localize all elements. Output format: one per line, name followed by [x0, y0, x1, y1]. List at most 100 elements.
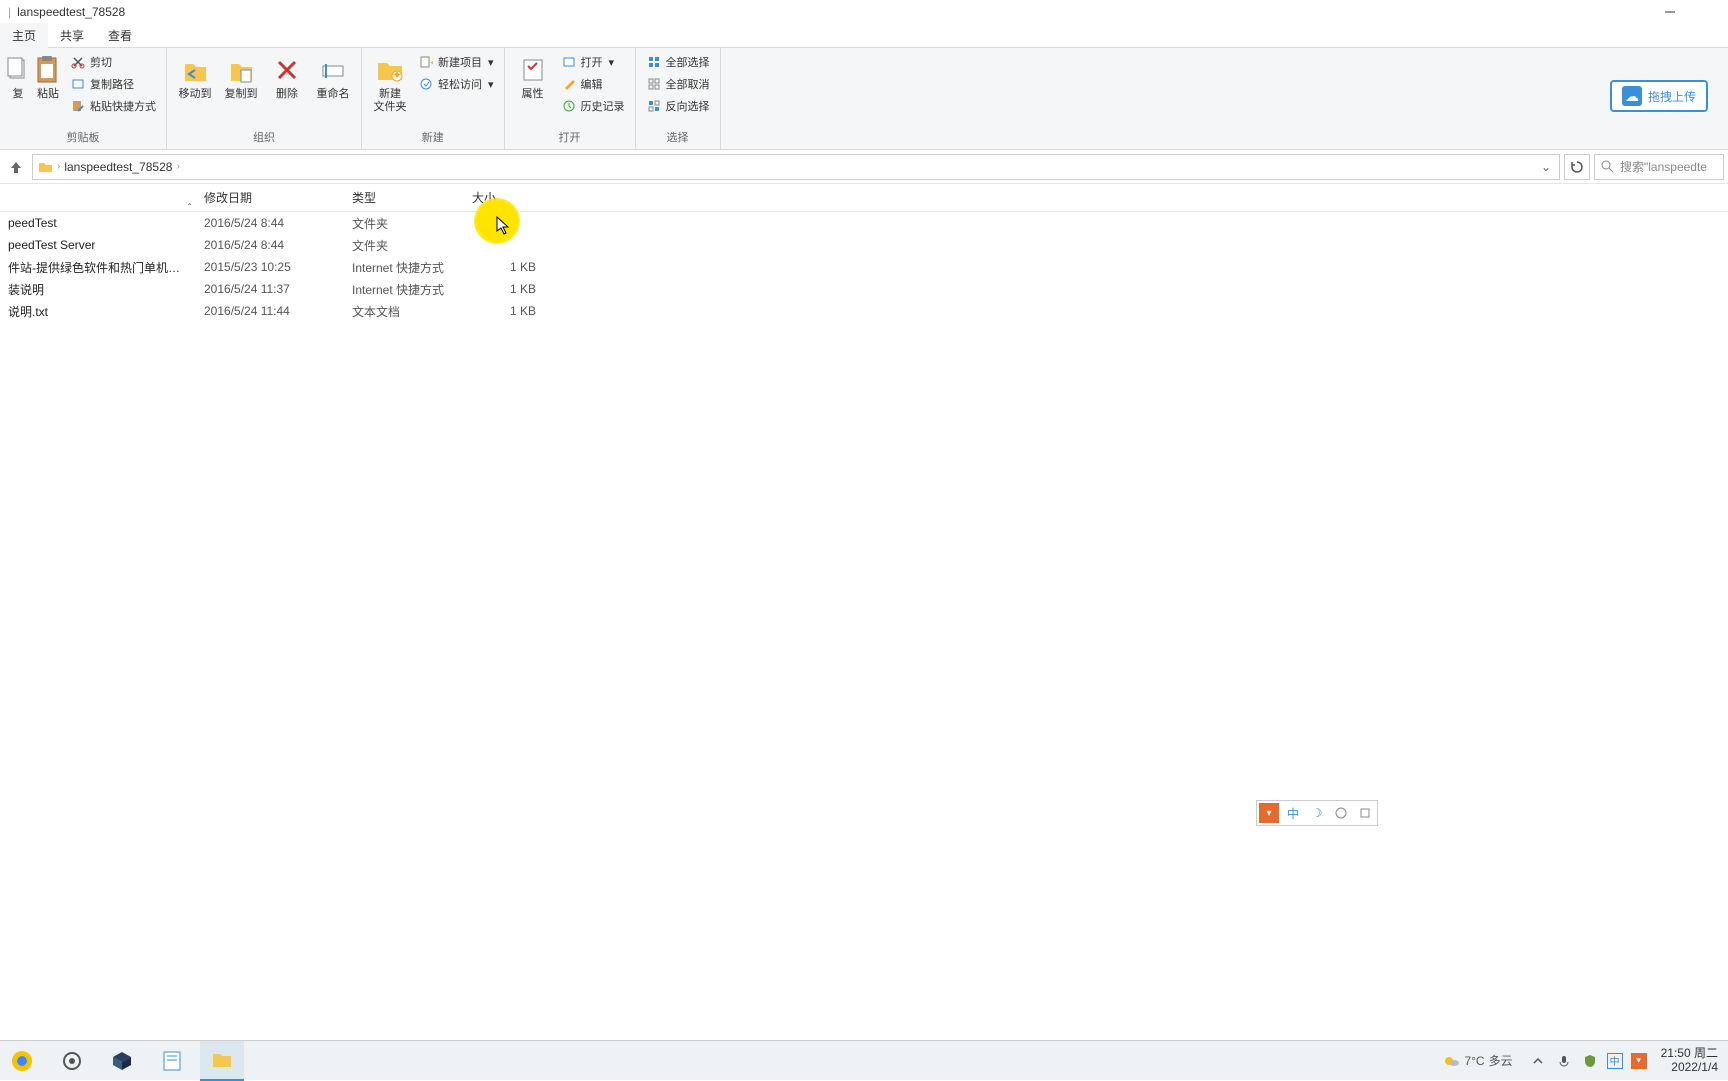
group-select: 全部选择 全部取消 反向选择 选择 — [636, 48, 721, 149]
title-bar: | lanspeedtest_78528 — [0, 0, 1728, 24]
tab-view[interactable]: 查看 — [96, 23, 144, 48]
file-row[interactable]: 件站-提供绿色软件和热门单机游… 2015/5/23 10:25 Interne… — [0, 256, 1728, 278]
newitem-icon: ✦ — [418, 54, 434, 70]
up-arrow-icon — [9, 160, 23, 174]
copyto-icon — [225, 54, 257, 86]
invert-icon — [646, 98, 662, 114]
folder-icon — [37, 159, 53, 175]
microphone-icon — [1557, 1054, 1571, 1068]
weather-icon — [1442, 1052, 1460, 1070]
shield-icon — [1583, 1054, 1597, 1068]
float-tool-4[interactable] — [1331, 803, 1351, 823]
cut-button[interactable]: 剪切 — [66, 52, 160, 72]
taskbar-app-2[interactable] — [150, 1041, 194, 1081]
invertselection-button[interactable]: 反向选择 — [642, 96, 714, 116]
rename-icon — [317, 54, 349, 86]
tray-app-2[interactable]: ▾ — [1631, 1053, 1647, 1069]
pasteshortcut-button[interactable]: 粘贴快捷方式 — [66, 96, 160, 116]
paste-button[interactable]: 粘贴 — [32, 52, 64, 103]
cloud-icon: ☁ — [1622, 86, 1642, 106]
taskbar: 7°C 多云 中 ▾ 21:50 周二 2022/1/4 — [0, 1040, 1728, 1080]
search-icon — [1601, 160, 1614, 173]
paste-icon — [32, 54, 64, 86]
file-area: ⌃ 修改日期 类型 大小 peedTest 2016/5/24 8:44 文件夹… — [0, 184, 1728, 322]
taskbar-app-1[interactable] — [100, 1041, 144, 1081]
taskbar-settings[interactable] — [50, 1041, 94, 1081]
file-rows: peedTest 2016/5/24 8:44 文件夹 peedTest Ser… — [0, 212, 1728, 322]
column-date[interactable]: 修改日期 — [196, 185, 344, 210]
tray-expand[interactable] — [1529, 1052, 1547, 1070]
taskbar-explorer[interactable] — [200, 1041, 244, 1081]
taskbar-clock[interactable]: 21:50 周二 2022/1/4 — [1655, 1047, 1724, 1073]
search-input[interactable]: 搜索"lanspeedte — [1594, 154, 1724, 180]
column-name[interactable]: ⌃ — [0, 194, 196, 202]
easyaccess-button[interactable]: 轻松访问▾ — [414, 74, 498, 94]
delete-button[interactable]: 删除 — [265, 52, 309, 103]
float-tool-5[interactable] — [1355, 803, 1375, 823]
ribbon-tab-row: 主页 共享 查看 — [0, 24, 1728, 48]
cube-icon — [111, 1050, 133, 1072]
properties-button[interactable]: 属性 — [511, 52, 555, 103]
rename-button[interactable]: 重命名 — [311, 52, 355, 103]
minimize-icon — [1664, 6, 1676, 18]
group-organize: 移动到 复制到 删除 重命名 组织 — [167, 48, 362, 149]
nav-up-button[interactable] — [4, 155, 28, 179]
group-label-open: 打开 — [559, 127, 581, 149]
column-type[interactable]: 类型 — [344, 185, 464, 210]
chevron-right-icon: › — [57, 161, 60, 172]
selectall-button[interactable]: 全部选择 — [642, 52, 714, 72]
group-label-new: 新建 — [422, 127, 444, 149]
newfolder-button[interactable]: ✦ 新建 文件夹 — [368, 52, 412, 116]
chevron-down-icon: ▾ — [488, 56, 494, 69]
history-button[interactable]: 历史记录 — [557, 96, 629, 116]
tray-app-1[interactable] — [1581, 1052, 1599, 1070]
float-tool-2[interactable]: 中 — [1283, 803, 1303, 823]
minimize-button[interactable] — [1650, 0, 1690, 24]
chevron-down-icon: ▾ — [488, 78, 494, 91]
file-row[interactable]: peedTest 2016/5/24 8:44 文件夹 — [0, 212, 1728, 234]
cloud-upload-button[interactable]: ☁ 拖拽上传 — [1610, 80, 1708, 112]
breadcrumb-folder[interactable]: lanspeedtest_78528 — [64, 160, 172, 174]
edit-button[interactable]: 编辑 — [557, 74, 629, 94]
chevron-down-icon: ▾ — [609, 56, 615, 69]
pasteshortcut-icon — [70, 98, 86, 114]
floating-toolbar: ▾ 中 ☽ — [1256, 800, 1378, 826]
moveto-button[interactable]: 移动到 — [173, 52, 217, 103]
file-row[interactable]: 说明.txt 2016/5/24 11:44 文本文档 1 KB — [0, 300, 1728, 322]
file-row[interactable]: 装说明 2016/5/24 11:37 Internet 快捷方式 1 KB — [0, 278, 1728, 300]
chevron-up-icon — [1532, 1055, 1544, 1067]
chrome-icon — [10, 1049, 34, 1073]
refresh-button[interactable] — [1564, 154, 1590, 180]
float-tool-3[interactable]: ☽ — [1307, 803, 1327, 823]
group-open: 属性 打开▾ 编辑 历史记录 打开 — [505, 48, 636, 149]
tray-ime[interactable]: 中 — [1607, 1053, 1623, 1069]
address-bar[interactable]: › lanspeedtest_78528 › ⌄ — [32, 154, 1560, 180]
address-dropdown[interactable]: ⌄ — [1537, 160, 1555, 174]
search-placeholder: 搜索"lanspeedte — [1620, 158, 1707, 175]
group-label-select: 选择 — [667, 127, 689, 149]
ribbon: 复 粘贴 剪切 复制路径 粘贴快捷方式 剪贴 — [0, 48, 1728, 150]
open-icon — [561, 54, 577, 70]
tab-home[interactable]: 主页 — [0, 23, 48, 48]
taskbar-chrome[interactable] — [0, 1041, 44, 1081]
svg-text:✦: ✦ — [429, 56, 433, 69]
newitem-button[interactable]: ✦ 新建项目▾ — [414, 52, 498, 72]
tray-mic[interactable] — [1555, 1052, 1573, 1070]
copypath-icon — [70, 76, 86, 92]
selectall-icon — [646, 54, 662, 70]
float-tool-1[interactable]: ▾ — [1259, 803, 1279, 823]
delete-icon — [271, 54, 303, 86]
file-row[interactable]: peedTest Server 2016/5/24 8:44 文件夹 — [0, 234, 1728, 256]
selectnone-button[interactable]: 全部取消 — [642, 74, 714, 94]
explorer-icon — [211, 1049, 233, 1071]
selectnone-icon — [646, 76, 662, 92]
open-button[interactable]: 打开▾ — [557, 52, 629, 72]
newfolder-icon: ✦ — [374, 54, 406, 86]
tab-share[interactable]: 共享 — [48, 23, 96, 48]
column-size[interactable]: 大小 — [464, 185, 544, 210]
notepad-icon — [161, 1050, 183, 1072]
taskbar-weather[interactable]: 7°C 多云 — [1442, 1052, 1520, 1070]
copypath-button[interactable]: 复制路径 — [66, 74, 160, 94]
copyto-button[interactable]: 复制到 — [219, 52, 263, 103]
copy-button[interactable]: 复 — [6, 52, 30, 103]
